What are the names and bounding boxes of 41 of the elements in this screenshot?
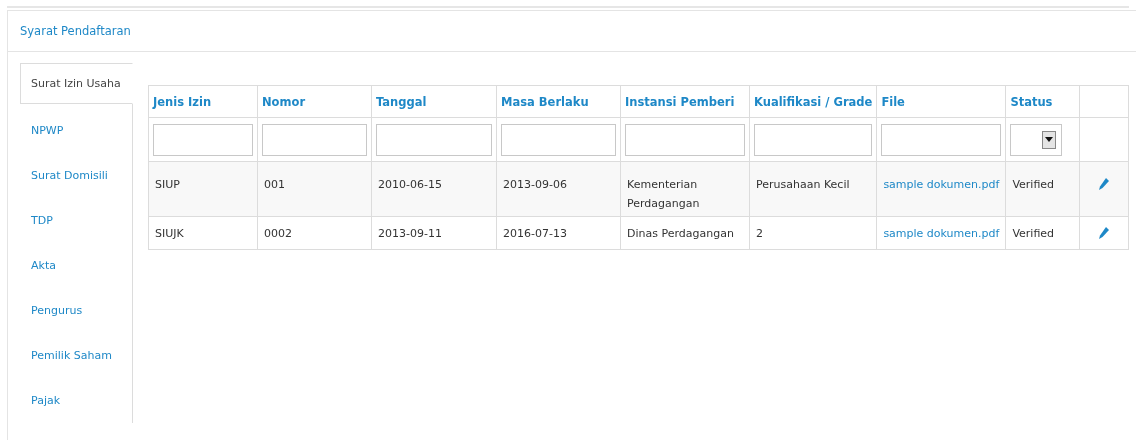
filter-field[interactable] [262, 123, 367, 156]
table-cell: SIUP [155, 178, 180, 191]
table-cell: 2010-06-15 [378, 178, 442, 191]
edit-icon[interactable] [1099, 227, 1110, 239]
sidebar-tab[interactable]: Surat Izin Usaha [20, 63, 133, 105]
sidebar-tab[interactable]: Pemilik Saham [20, 333, 133, 378]
column-header: Nomor [257, 85, 372, 118]
filter-field[interactable] [625, 123, 745, 156]
filter-field[interactable] [754, 123, 873, 156]
edit-icon[interactable] [1099, 178, 1110, 190]
sidebar-tab[interactable]: Pajak [20, 378, 133, 423]
filter-field[interactable] [153, 123, 253, 156]
status-filter-dropdown[interactable] [1010, 123, 1063, 156]
column-header: File [876, 85, 1006, 118]
column-header: Tanggal [371, 85, 497, 118]
column-header: Status [1005, 85, 1080, 118]
column-header: Jenis Izin [148, 85, 258, 118]
sidebar-tab[interactable]: NPWP [20, 108, 133, 154]
column-header: Masa Berlaku [496, 85, 621, 118]
status-text: Verified [1012, 226, 1055, 240]
table-cell: 2 [756, 226, 763, 240]
table-cell: 0002 [264, 226, 292, 240]
table-cell: Dinas Perdagangan [627, 226, 734, 240]
table-cell: 2013-09-11 [378, 226, 442, 240]
column-header: Instansi Pemberi [620, 85, 750, 118]
filter-field[interactable] [881, 123, 1002, 156]
table-cell: Perusahaan Kecil [756, 178, 850, 191]
sidebar-tab[interactable]: Surat Domisili [20, 153, 133, 199]
panel-title: Syarat Pendaftaran [20, 24, 131, 38]
column-header: Kualifikasi / Grade [749, 85, 877, 118]
filter-field[interactable] [376, 123, 492, 156]
table-cell: 001 [264, 178, 285, 191]
table-cell: 2016-07-13 [503, 226, 567, 240]
status-text: Verified [1012, 178, 1055, 191]
sidebar-tab[interactable]: Akta [20, 243, 133, 288]
table-cell: SIUJK [155, 226, 184, 240]
sidebar-tab[interactable]: TDP [20, 198, 133, 244]
table-cell: 2013-09-06 [503, 178, 567, 191]
filter-field[interactable] [501, 123, 616, 156]
sidebar-tab[interactable]: Pengurus [20, 288, 133, 333]
table-cell: Kementerian Perdagangan [627, 178, 700, 210]
